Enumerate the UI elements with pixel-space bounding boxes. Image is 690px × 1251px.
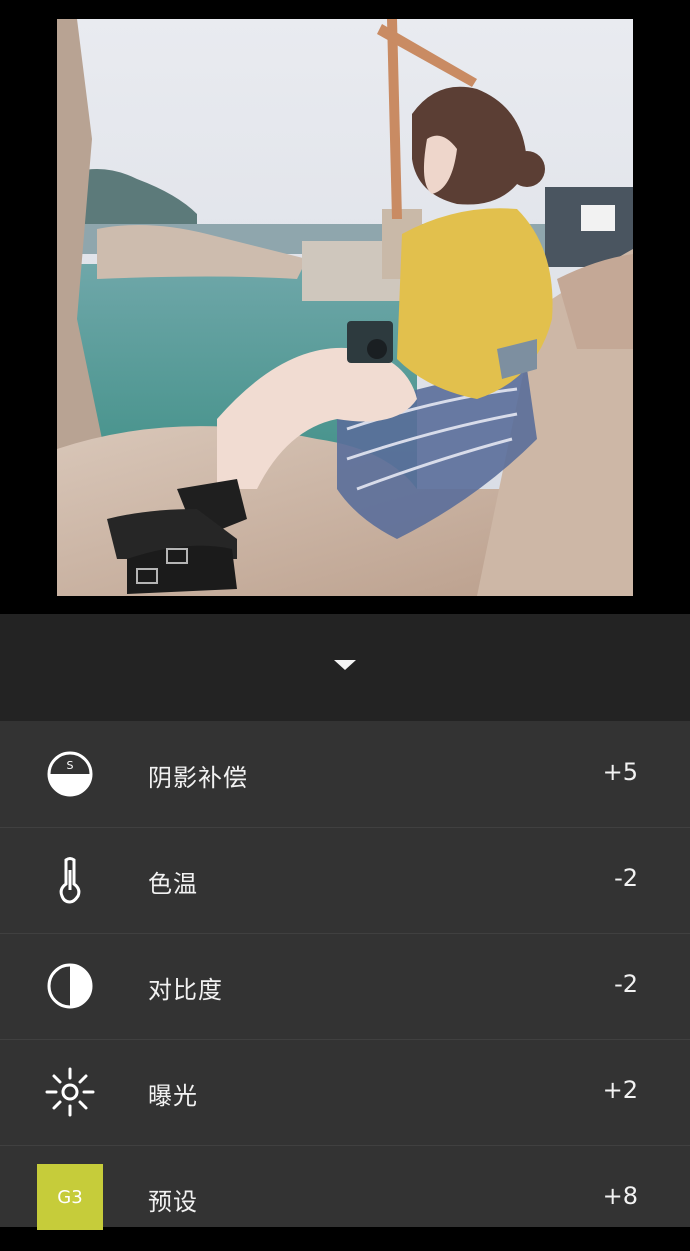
photo-area bbox=[0, 0, 690, 614]
exposure-sun-icon bbox=[40, 1062, 100, 1122]
adjustment-label: 对比度 bbox=[148, 976, 223, 1004]
adjustment-value: +5 bbox=[602, 758, 638, 786]
adjustment-list: S 阴影补偿 +5 色温 -2 对比度 -2 曝光 +2 G3 预设 +8 bbox=[0, 721, 690, 1230]
chevron-down-icon bbox=[334, 660, 356, 670]
shadow-icon-letter: S bbox=[67, 759, 74, 772]
adjustment-row-shadow[interactable]: S 阴影补偿 +5 bbox=[0, 721, 690, 828]
adjustment-label: 预设 bbox=[148, 1188, 198, 1216]
contrast-icon bbox=[40, 956, 100, 1016]
adjustment-label: 色温 bbox=[148, 870, 198, 898]
adjustment-value: -2 bbox=[614, 864, 638, 892]
adjustment-value: -2 bbox=[614, 970, 638, 998]
shadow-compensation-icon: S bbox=[40, 744, 100, 804]
thermometer-icon bbox=[40, 850, 100, 910]
collapse-panel-button[interactable] bbox=[320, 640, 370, 690]
adjustment-row-exposure[interactable]: 曝光 +2 bbox=[0, 1039, 690, 1146]
adjustment-label: 阴影补偿 bbox=[148, 764, 248, 792]
adjustment-row-temperature[interactable]: 色温 -2 bbox=[0, 827, 690, 934]
adjustment-label: 曝光 bbox=[148, 1082, 198, 1110]
photo-image bbox=[57, 19, 633, 596]
adjustment-row-preset[interactable]: G3 预设 +8 bbox=[0, 1145, 690, 1251]
adjustment-value: +2 bbox=[602, 1076, 638, 1104]
adjustment-row-contrast[interactable]: 对比度 -2 bbox=[0, 933, 690, 1040]
adjustment-value: +8 bbox=[602, 1182, 638, 1210]
preset-badge: G3 bbox=[37, 1164, 103, 1230]
